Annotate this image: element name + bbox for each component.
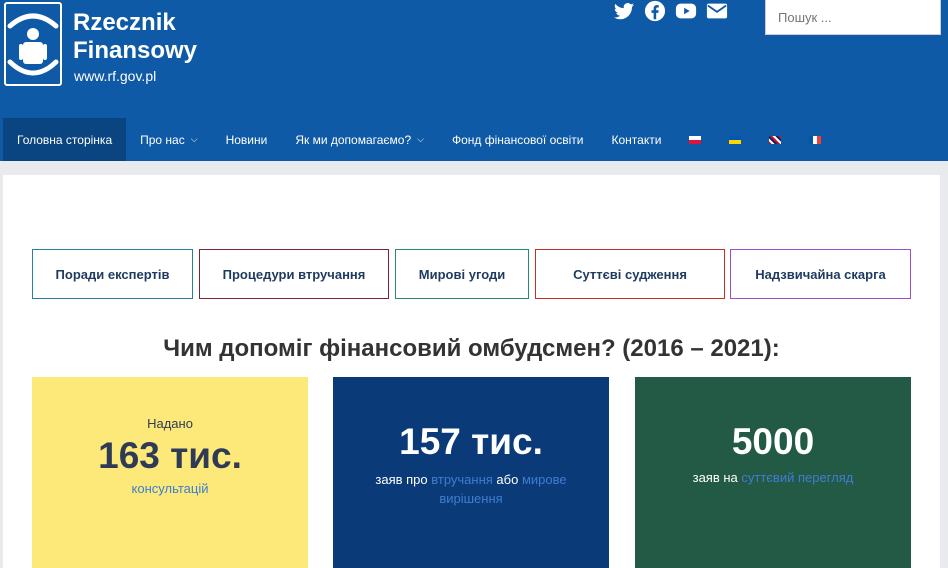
nav-label: Про нас	[140, 132, 185, 147]
nav-item-home[interactable]: Головна сторінка	[3, 118, 127, 161]
stat-pretext: Надано	[147, 416, 193, 431]
flag-gb-icon[interactable]	[769, 135, 782, 144]
stat-value: 5000	[731, 421, 815, 462]
page-headline: Чим допоміг фінансовий омбудсмен? (2016 …	[163, 335, 780, 362]
button-settlements[interactable]: Мирові угоди	[395, 249, 529, 299]
button-label: Поради експертів	[55, 266, 170, 282]
nav-label: Як ми допомагаємо?	[295, 132, 412, 147]
facebook-icon[interactable]	[644, 0, 666, 22]
nav-label: Контакти	[611, 132, 662, 147]
stat-text: або	[492, 472, 522, 487]
stat-value: 157 тис.	[399, 421, 543, 462]
mail-icon[interactable]	[706, 0, 728, 22]
button-significant-opinions[interactable]: Суттєві судження	[535, 249, 725, 299]
button-extraordinary-complaint[interactable]: Надзвичайна скарга	[730, 249, 911, 299]
chevron-down-icon: ⌵	[190, 134, 198, 144]
nav-label: Новини	[225, 132, 268, 147]
nav-item-about[interactable]: Про нас ⌵	[126, 118, 211, 161]
nav-item-education-fund[interactable]: Фонд фінансової освіти	[438, 118, 598, 161]
stat-card-review: 5000 заяв на суттєвий перегляд	[635, 377, 911, 568]
logo-icon[interactable]	[4, 2, 62, 86]
flag-fr-icon[interactable]	[809, 135, 822, 144]
nav-item-how-we-help[interactable]: Як ми допомагаємо? ⌵	[281, 118, 438, 161]
site-header: Rzecznik Finansowy www.rf.gov.pl	[0, 0, 948, 118]
logo-text[interactable]: Rzecznik Finansowy	[73, 9, 273, 65]
main-nav: Головна сторінка Про нас ⌵ Новини Як ми …	[0, 118, 948, 161]
stat-description: заяв на суттєвий перегляд	[635, 470, 911, 485]
button-expert-advice[interactable]: Поради експертів	[32, 249, 193, 299]
consultations-link[interactable]: консультацій	[132, 481, 209, 496]
logo-line-2: Finansowy	[73, 37, 198, 64]
search-input[interactable]	[765, 0, 941, 35]
stat-description: консультацій	[32, 481, 308, 496]
review-link[interactable]: суттєвий перегляд	[741, 470, 853, 485]
nav-item-news[interactable]: Новини	[212, 118, 282, 161]
button-intervention-procedures[interactable]: Процедури втручання	[199, 249, 389, 299]
stat-text: заяв про	[375, 472, 432, 487]
flag-ua-icon[interactable]	[729, 135, 742, 144]
nav-label: Головна сторінка	[17, 132, 113, 147]
twitter-icon[interactable]	[613, 0, 635, 22]
stat-text: заяв на	[692, 470, 742, 485]
stat-value: 163 тис.	[98, 435, 242, 476]
button-label: Суттєві судження	[573, 266, 687, 282]
stat-card-consultations: Надано 163 тис. консультацій	[32, 377, 308, 568]
social-links	[613, 0, 728, 22]
chevron-down-icon: ⌵	[417, 134, 424, 144]
intervention-link[interactable]: втручання	[431, 472, 493, 487]
stat-description: заяв про втручання або мирове вирішення	[333, 470, 609, 508]
nav-label: Фонд фінансової освіти	[451, 132, 584, 147]
stat-card-interventions: 157 тис. заяв про втручання або мирове в…	[333, 377, 609, 568]
main-content: Поради експертів Процедури втручання Мир…	[3, 175, 940, 568]
site-url: www.rf.gov.pl	[74, 68, 157, 84]
youtube-icon[interactable]	[675, 0, 697, 22]
nav-item-contacts[interactable]: Контакти	[598, 118, 676, 161]
logo-line-1: Rzecznik	[73, 9, 176, 36]
button-label: Мирові угоди	[418, 266, 506, 282]
button-label: Процедури втручання	[222, 266, 366, 282]
flag-pl-icon[interactable]	[689, 135, 702, 144]
button-label: Надзвичайна скарга	[755, 266, 886, 282]
